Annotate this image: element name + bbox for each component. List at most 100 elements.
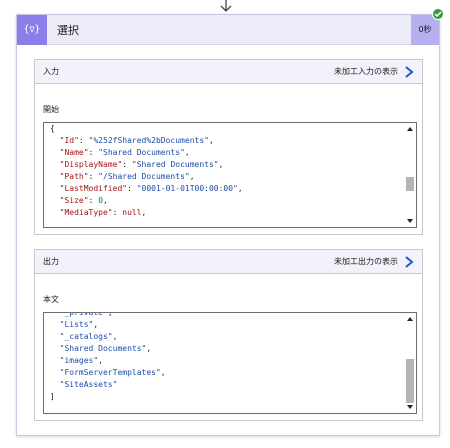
code-line: "_private", (50, 312, 166, 319)
scroll-up-arrow-icon[interactable] (407, 127, 413, 131)
code-line: "Shared Documents", (50, 343, 166, 355)
code-token: "SiteAssets" (59, 380, 118, 389)
chevron-right-icon[interactable] (404, 255, 414, 268)
code-token: : (122, 160, 132, 169)
code-token: "Name" (59, 148, 89, 157)
code-line: "Name": "Shared Documents", (50, 147, 243, 159)
output-json-viewer[interactable]: "_private", "Lists", "_catalogs", "Share… (43, 312, 417, 414)
code-line: "MediaType": null, (50, 207, 243, 219)
input-json-content: { "Id": "%252fShared%2bDocuments", "Name… (50, 123, 243, 219)
code-token: "0001-01-01T00:00:00" (136, 184, 238, 193)
code-token: "Path" (59, 172, 89, 181)
code-line: { (50, 123, 243, 135)
success-check-icon (432, 8, 444, 20)
scroll-thumb[interactable] (406, 177, 414, 191)
output-json-content: "_private", "Lists", "_catalogs", "Share… (50, 312, 166, 403)
code-token: : (127, 184, 137, 193)
code-line: "LastModified": "0001-01-01T00:00:00", (50, 183, 243, 195)
code-line: "images", (50, 355, 166, 367)
output-label: 出力 (43, 257, 59, 266)
code-token: "Shared Documents" (131, 160, 219, 169)
code-token: null (122, 208, 142, 217)
input-section: 入力 未加工入力の表示 開始 { "Id": "%252fShared%2bDo… (34, 59, 423, 235)
scroll-down-arrow-icon[interactable] (407, 405, 413, 409)
chevron-right-icon[interactable] (404, 65, 414, 78)
action-header[interactable]: {∇} 選択 0秒 (17, 14, 439, 45)
code-token: , (189, 172, 195, 181)
scroll-thumb[interactable] (406, 359, 414, 403)
code-token: , (107, 312, 113, 317)
code-line: "_catalogs", (50, 331, 166, 343)
code-token: : (112, 208, 123, 217)
code-token: "images" (59, 356, 99, 365)
flow-canvas: {∇} 選択 0秒 入力 未加工入力の表示 開始 { "Id": "%252fS… (0, 0, 450, 448)
code-token: ] (50, 392, 55, 401)
code-line: "Lists", (50, 319, 166, 331)
code-token: "%252fShared%2bDocuments" (88, 136, 209, 145)
code-line: "DisplayName": "Shared Documents", (50, 159, 243, 171)
code-token: , (160, 368, 166, 377)
code-token: { (50, 124, 55, 133)
scroll-down-arrow-icon[interactable] (407, 219, 413, 223)
code-token: , (184, 148, 190, 157)
input-label: 入力 (43, 67, 59, 76)
code-token: "DisplayName" (59, 160, 123, 169)
code-token: "_catalogs" (59, 332, 113, 341)
code-line: "Size": 0, (50, 195, 243, 207)
output-section-header: 出力 未加工出力の表示 (35, 250, 422, 274)
code-token: "MediaType" (59, 208, 113, 217)
code-token: , (146, 344, 152, 353)
code-token: , (141, 208, 147, 217)
code-token: : (88, 172, 99, 181)
output-section: 出力 未加工出力の表示 本文 "_private", "Lists", "_ca… (34, 249, 423, 421)
code-line: "FormServerTemplates", (50, 367, 166, 379)
code-token: , (103, 196, 108, 205)
input-scrollbar[interactable] (404, 123, 416, 227)
code-line: "Id": "%252fShared%2bDocuments", (50, 135, 243, 147)
code-line: ] (50, 391, 166, 403)
code-token: , (98, 356, 103, 365)
data-operation-icon: {∇} (17, 14, 47, 45)
start-field-label: 開始 (43, 105, 59, 114)
code-token: "Id" (59, 136, 79, 145)
code-token: "Size" (59, 196, 89, 205)
code-token: "/Shared Documents" (98, 172, 190, 181)
code-token: , (237, 184, 243, 193)
code-line: "SiteAssets" (50, 379, 166, 391)
scroll-up-arrow-icon[interactable] (407, 317, 413, 321)
code-token: "Shared Documents" (59, 344, 147, 353)
code-token: , (218, 160, 224, 169)
code-token: "Shared Documents" (98, 148, 185, 157)
code-token: "FormServerTemplates" (59, 368, 161, 377)
show-raw-output-link[interactable]: 未加工出力の表示 (334, 256, 398, 267)
output-scrollbar[interactable] (404, 313, 416, 413)
code-token: "LastModified" (59, 184, 128, 193)
code-token: : (88, 196, 99, 205)
input-section-header: 入力 未加工入力の表示 (35, 60, 422, 84)
code-token: : (88, 148, 99, 157)
input-json-viewer[interactable]: { "Id": "%252fShared%2bDocuments", "Name… (43, 122, 417, 228)
code-line: "Path": "/Shared Documents", (50, 171, 243, 183)
code-token: , (112, 332, 118, 341)
code-token: "_private" (59, 312, 108, 317)
code-token: : (78, 136, 89, 145)
code-token: , (208, 136, 214, 145)
action-card: {∇} 選択 0秒 入力 未加工入力の表示 開始 { "Id": "%252fS… (16, 14, 440, 436)
code-token: , (93, 320, 99, 329)
code-token: "Lists" (59, 320, 94, 329)
show-raw-input-link[interactable]: 未加工入力の表示 (334, 66, 398, 77)
body-field-label: 本文 (43, 295, 59, 304)
arrow-down-icon (220, 0, 232, 12)
